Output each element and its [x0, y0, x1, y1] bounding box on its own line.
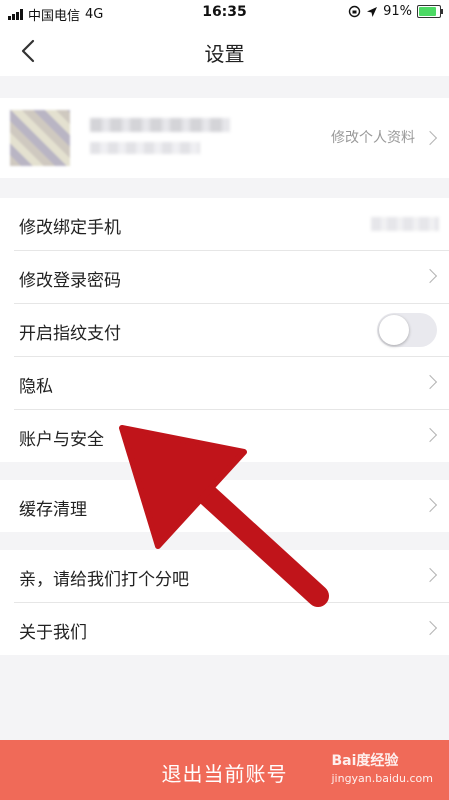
chevron-right-icon [422, 130, 438, 146]
row-privacy[interactable]: 隐私 [14, 357, 449, 410]
chevron-right-icon [422, 268, 438, 284]
row-clear-cache[interactable]: 缓存清理 [14, 480, 449, 532]
row-label: 修改绑定手机 [19, 218, 121, 238]
watermark-brand: Bai度经验 [331, 753, 399, 769]
row-label: 缓存清理 [19, 500, 87, 520]
navigation-bar: 设置 [0, 26, 449, 76]
row-account-security[interactable]: 账户与安全 [14, 410, 449, 462]
profile-row[interactable]: 修改个人资料 [0, 98, 449, 178]
fingerprint-toggle[interactable] [377, 313, 437, 347]
row-change-password[interactable]: 修改登录密码 [14, 251, 449, 304]
row-label: 隐私 [19, 377, 53, 397]
chevron-right-icon [422, 497, 438, 513]
avatar [10, 110, 70, 166]
row-rate-app[interactable]: 亲，请给我们打个分吧 [14, 550, 449, 603]
blurred-username [90, 118, 230, 132]
settings-group-account: 修改绑定手机 修改登录密码 开启指纹支付 隐私 账户与安全 [0, 198, 449, 462]
chevron-right-icon [422, 620, 438, 636]
page-title: 设置 [204, 42, 245, 66]
row-change-phone[interactable]: 修改绑定手机 [14, 198, 449, 251]
chevron-right-icon [422, 427, 438, 443]
status-right: 91% [348, 4, 443, 19]
row-about-us[interactable]: 关于我们 [14, 603, 449, 655]
edit-profile-link[interactable]: 修改个人资料 [331, 127, 415, 147]
location-icon [367, 6, 378, 17]
battery-fill [419, 7, 436, 16]
status-bar: 中国电信 4G 16:35 91% [0, 0, 449, 26]
logout-button[interactable]: 退出当前账号 Bai度经验 jingyan.baidu.com [0, 740, 449, 800]
row-label: 关于我们 [19, 623, 87, 643]
row-label: 账户与安全 [19, 430, 104, 450]
toggle-knob [379, 315, 409, 345]
chevron-right-icon [422, 567, 438, 583]
battery-icon [417, 5, 443, 18]
settings-group-cache: 缓存清理 [0, 480, 449, 532]
baidu-watermark: Bai度经验 jingyan.baidu.com [331, 750, 433, 785]
battery-percent: 91% [383, 4, 412, 19]
row-label: 开启指纹支付 [19, 324, 121, 344]
row-fingerprint-payment: 开启指纹支付 [14, 304, 449, 357]
settings-group-about: 亲，请给我们打个分吧 关于我们 [0, 550, 449, 655]
blurred-phone-number [371, 217, 439, 231]
chevron-right-icon [422, 374, 438, 390]
orientation-lock-icon [348, 5, 361, 18]
row-label: 修改登录密码 [19, 271, 121, 291]
watermark-url: jingyan.baidu.com [331, 772, 433, 785]
blurred-user-id [90, 142, 200, 154]
row-label: 亲，请给我们打个分吧 [19, 570, 189, 590]
